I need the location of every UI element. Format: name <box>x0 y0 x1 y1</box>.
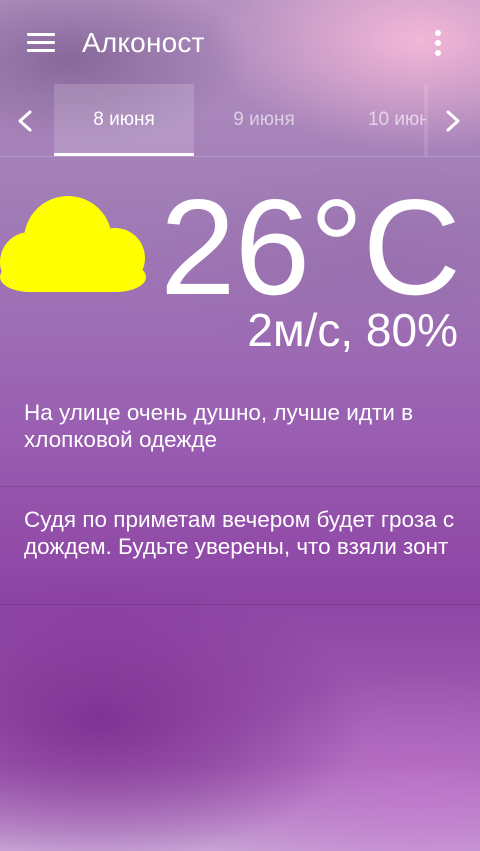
advice-text: На улице очень душно, лучше идти в хлопк… <box>24 400 414 452</box>
more-vert-icon[interactable] <box>430 29 446 57</box>
chevron-left-icon[interactable] <box>0 84 50 156</box>
tab-edge <box>424 84 428 156</box>
hamburger-menu-icon[interactable] <box>27 33 55 53</box>
advice-item: На улице очень душно, лучше идти в хлопк… <box>0 399 480 453</box>
app-title: Алконост <box>82 27 205 58</box>
active-tab-indicator <box>54 153 194 156</box>
tab-date-1[interactable]: 8 июня <box>54 84 194 156</box>
divider <box>0 604 480 605</box>
tab-date-3[interactable]: 10 июня <box>334 84 426 156</box>
advice-text: Судя по приметам вечером будет гроза с д… <box>24 507 455 559</box>
tab-date-2[interactable]: 9 июня <box>194 84 334 156</box>
temperature-value: 26°C <box>160 171 461 323</box>
tab-label: 10 июня <box>367 109 426 130</box>
advice-item: Судя по приметам вечером будет гроза с д… <box>0 506 480 560</box>
chevron-right-icon[interactable] <box>430 84 480 156</box>
tab-label: 8 июня <box>93 109 155 130</box>
tab-label: 9 июня <box>233 109 295 130</box>
app-bar: Алконост <box>0 0 480 84</box>
date-tabs: 8 июня 9 июня 10 июня <box>0 84 480 157</box>
wind-humidity-value: 2м/с, 80% <box>247 304 458 356</box>
tab-strip: 8 июня 9 июня 10 июня <box>54 84 426 156</box>
divider <box>0 486 480 487</box>
cloud-icon <box>0 196 146 294</box>
